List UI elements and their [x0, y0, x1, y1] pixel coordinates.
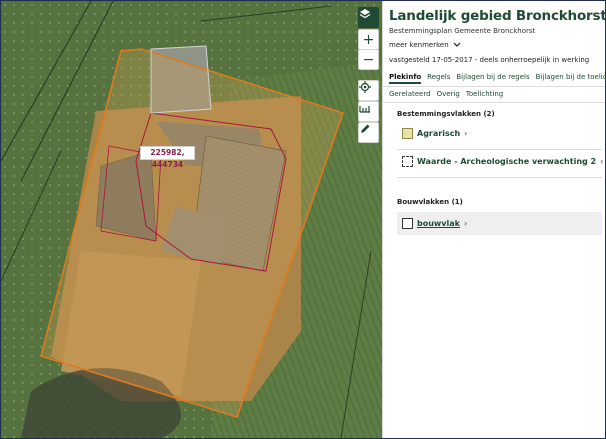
- list-divider: [397, 177, 602, 178]
- chevron-right-icon: ›: [463, 219, 468, 228]
- locate-button[interactable]: [358, 80, 379, 101]
- tab-gerelateerd[interactable]: Gerelateerd: [389, 90, 431, 98]
- aerial-map[interactable]: [1, 1, 382, 438]
- chevron-right-icon: ›: [464, 129, 468, 138]
- tab-overig[interactable]: Overig: [437, 90, 460, 98]
- measure-button[interactable]: [358, 101, 379, 122]
- list-item-bouwvlak[interactable]: bouwvlak ›: [402, 218, 467, 229]
- tab-divider: [383, 102, 605, 103]
- draw-button[interactable]: [358, 122, 379, 143]
- list-item-label: bouwvlak: [417, 219, 460, 228]
- plan-status: vastgesteld 17-05-2017 - deels onherroep…: [389, 56, 590, 64]
- tab-plekinfo[interactable]: Plekinfo: [389, 73, 422, 84]
- agrarisch-swatch-icon: [402, 128, 413, 139]
- draw-icon: [361, 124, 370, 133]
- list-item-waarde-archeologische[interactable]: Waarde - Archeologische verwachting 2 ›: [402, 156, 603, 167]
- coordinate-label: 225982, 444734: [140, 146, 195, 169]
- zoom-in-button[interactable]: +: [358, 29, 379, 50]
- more-features-label: meer kenmerken: [389, 41, 449, 49]
- list-item-label: Agrarisch: [417, 129, 461, 138]
- tab-toelichting[interactable]: Toelichting: [466, 90, 503, 98]
- section-heading-bestemmingsvlakken: Bestemmingsvlakken (2): [397, 110, 495, 118]
- layers-button[interactable]: [358, 7, 379, 28]
- zoom-in-icon: +: [362, 31, 375, 48]
- list-item-agrarisch[interactable]: Agrarisch ›: [402, 128, 467, 139]
- tab-bijlagen-toelichting[interactable]: Bijlagen bij de toelichting: [536, 73, 605, 84]
- waarde-swatch-icon: [402, 156, 413, 167]
- chevron-right-icon: ›: [600, 157, 604, 166]
- chevron-down-icon: [453, 42, 461, 47]
- locate-icon: [359, 81, 371, 93]
- tab-bijlagen-regels[interactable]: Bijlagen bij de regels: [456, 73, 529, 84]
- list-item-label: Waarde - Archeologische verwachting 2: [417, 157, 597, 166]
- layers-icon: [359, 9, 371, 19]
- more-features-toggle[interactable]: meer kenmerken: [389, 41, 461, 49]
- tab-row-secondary: Gerelateerd Overig Toelichting: [389, 90, 503, 98]
- map-view[interactable]: 225982, 444734 + −: [1, 1, 382, 438]
- zoom-out-icon: −: [362, 51, 375, 68]
- tab-regels[interactable]: Regels: [427, 73, 450, 84]
- plan-subtitle: Bestemmingsplan Gemeente Bronckhorst: [389, 27, 536, 35]
- tab-row-primary: Plekinfo Regels Bijlagen bij de regels B…: [389, 73, 605, 84]
- list-divider: [397, 149, 602, 150]
- tab-divider: [383, 86, 605, 87]
- plan-title: Landelijk gebied Bronckhorst: [389, 8, 606, 24]
- info-panel: Landelijk gebied Bronckhorst Bestemmings…: [382, 1, 606, 438]
- section-heading-bouwvlakken: Bouwvlakken (1): [397, 198, 463, 206]
- bouwvlak-swatch-icon: [402, 218, 413, 229]
- zoom-out-button[interactable]: −: [358, 49, 379, 70]
- app-window: 225982, 444734 + − Landelijk gebied Bron…: [0, 0, 606, 439]
- measure-icon: [359, 106, 370, 113]
